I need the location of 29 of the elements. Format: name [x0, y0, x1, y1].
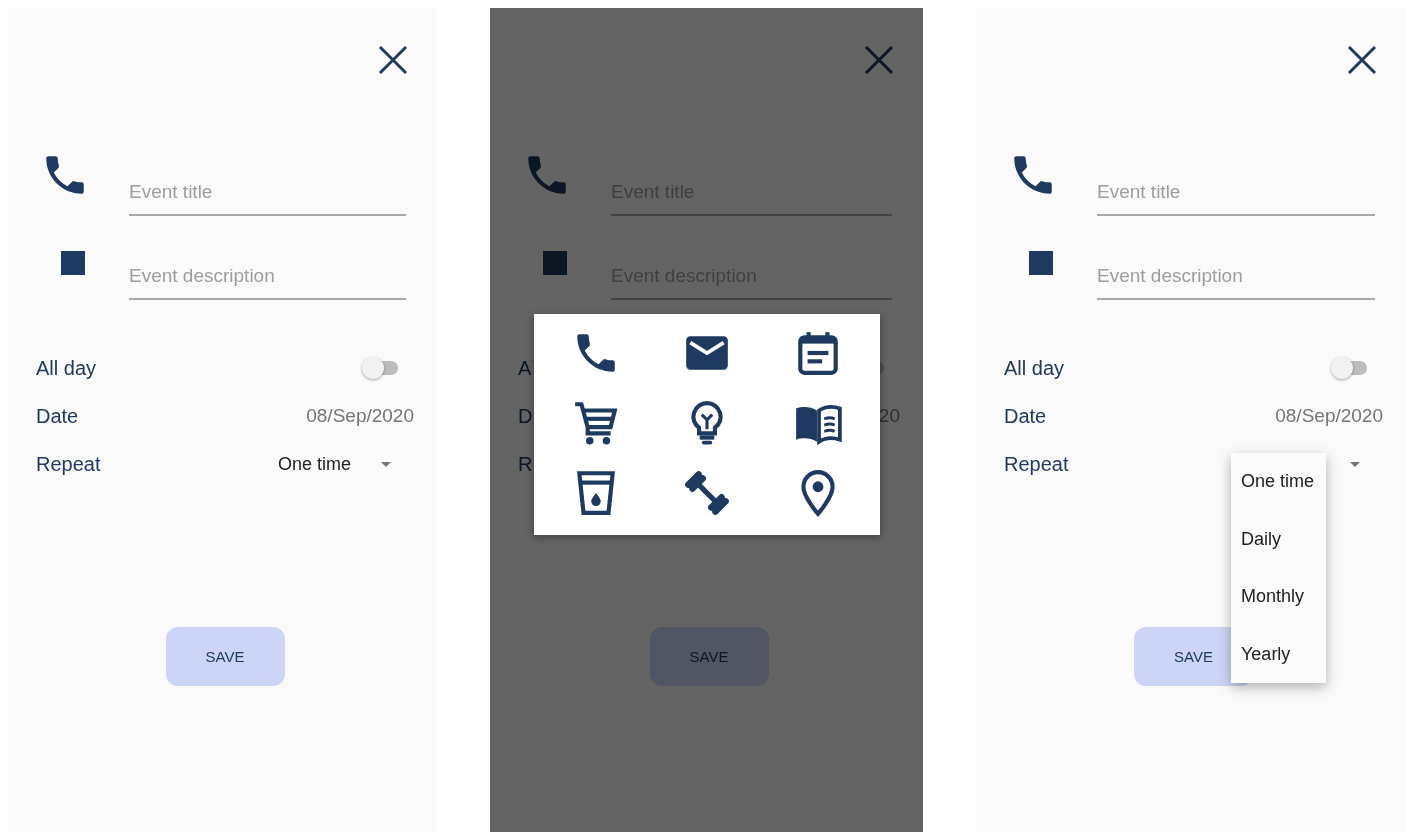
toggle-switch[interactable]: [362, 357, 400, 379]
date-value: 08/Sep/2020: [306, 405, 414, 427]
dropdown-caret-icon: [381, 461, 391, 467]
text-field[interactable]: Event title: [1097, 170, 1375, 216]
dropdown-caret-icon[interactable]: [1350, 461, 1360, 467]
menu-item[interactable]: Daily: [1231, 510, 1326, 568]
repeat-label: Repeat: [36, 452, 101, 476]
repeat-label: Repeat: [1004, 452, 1069, 476]
date-label: D: [518, 404, 533, 428]
text-field[interactable]: Event description: [1097, 254, 1375, 300]
menu-item[interactable]: One time: [1231, 453, 1326, 511]
repeat-label: R: [518, 452, 533, 476]
square-icon: [61, 251, 85, 275]
repeat-dropdown[interactable]: One time: [277, 453, 391, 475]
text-field[interactable]: Event title: [129, 170, 406, 216]
square-icon: [1029, 251, 1053, 275]
date-value: 08/Sep/2020: [1275, 405, 1383, 427]
square-icon: [543, 251, 567, 275]
all-day-label: All day: [36, 356, 97, 380]
all-day-label: All day: [1004, 356, 1065, 380]
menu-item[interactable]: Monthly: [1231, 568, 1326, 626]
close-button[interactable]: [378, 45, 408, 75]
date-label: Date: [1004, 404, 1047, 428]
all-day-label: A: [518, 356, 532, 380]
date-label: Date: [36, 404, 79, 428]
text-field[interactable]: Event description: [129, 254, 406, 300]
save-button[interactable]: SAVE: [165, 627, 285, 686]
toggle-switch[interactable]: [1331, 357, 1369, 379]
close-button[interactable]: [1347, 45, 1377, 75]
